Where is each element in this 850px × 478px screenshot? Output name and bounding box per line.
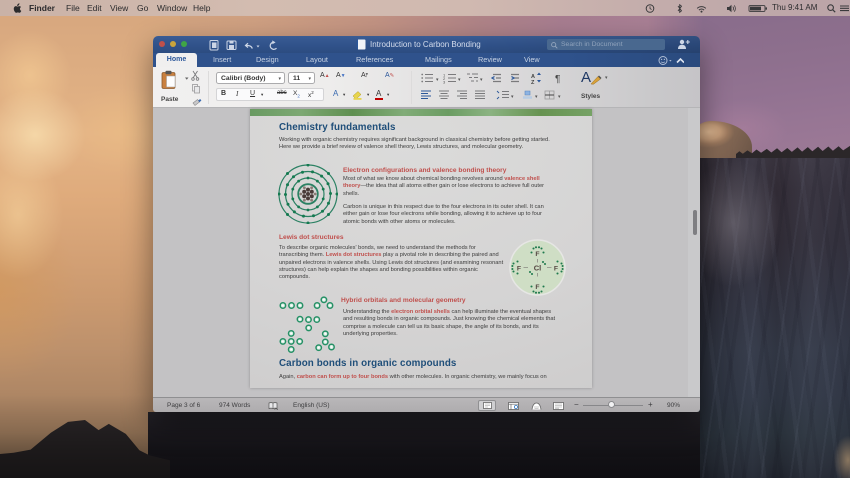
svg-text:Cl: Cl	[534, 264, 542, 273]
svg-text:▾: ▾	[436, 77, 439, 83]
svg-text:3: 3	[443, 80, 446, 85]
svg-text:¶: ¶	[555, 74, 560, 84]
svg-text:F: F	[535, 251, 539, 258]
svg-text:Paste: Paste	[161, 96, 179, 103]
svg-text:F: F	[535, 284, 539, 291]
svg-text:▾: ▾	[535, 94, 538, 100]
svg-text:F: F	[517, 266, 521, 273]
svg-text:F: F	[554, 266, 558, 273]
svg-text:▾: ▾	[511, 94, 514, 100]
svg-text:▾: ▾	[480, 77, 483, 83]
svg-text:▾: ▾	[558, 94, 561, 100]
svg-text:▾: ▾	[458, 77, 461, 83]
svg-text:Z: Z	[531, 80, 535, 84]
